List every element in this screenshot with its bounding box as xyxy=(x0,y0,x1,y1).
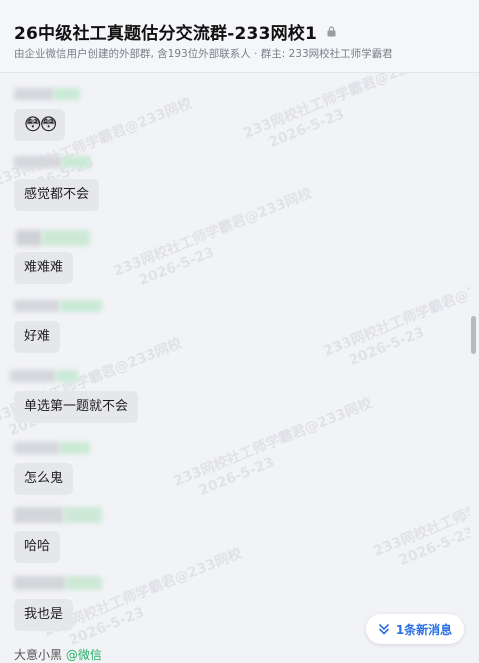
watermark: 233网校社工师学霸君@233网校2026-5-23 xyxy=(111,185,315,290)
chat-message: 单选第一题就不会 xyxy=(10,369,139,423)
message-bubble[interactable]: 感觉都不会 xyxy=(14,179,100,211)
sender-name-blurred xyxy=(14,228,94,250)
chat-message: 我也是 xyxy=(14,575,104,631)
chat-header: 26中级社工真题估分交流群-233网校1 由企业微信用户创建的外部群, 含193… xyxy=(0,0,479,73)
message-text: 😳😳 xyxy=(24,115,57,135)
message-text: 怎么鬼 xyxy=(24,471,64,486)
message-bubble[interactable]: 我也是 xyxy=(14,599,74,631)
sender-name-blurred xyxy=(14,87,84,101)
message-text: 好难 xyxy=(24,329,51,344)
watermark: 233网校社工师学霸君@233网校2026-5-23 xyxy=(241,73,445,152)
new-message-label: 1条新消息 xyxy=(395,622,453,637)
wechat-tag: @微信 xyxy=(65,648,102,662)
message-bubble[interactable]: 单选第一题就不会 xyxy=(14,391,139,423)
message-bubble[interactable]: 哈哈 xyxy=(14,531,61,563)
message-text: 单选第一题就不会 xyxy=(24,399,129,414)
sender-name-blurred xyxy=(14,575,104,593)
scrollbar-thumb[interactable] xyxy=(471,316,476,354)
message-text: 我也是 xyxy=(24,607,64,622)
sender-name-blurred xyxy=(10,369,80,383)
message-list[interactable]: 233网校社工师学霸君@233网校 2026-5-23 233网校社工师学霸君@2… xyxy=(0,73,470,658)
message-text: 难难难 xyxy=(24,260,64,275)
sender-name-blurred xyxy=(14,441,94,455)
chat-message: 好难 xyxy=(14,299,104,353)
group-title[interactable]: 26中级社工真题估分交流群-233网校1 xyxy=(14,19,317,44)
message-bubble[interactable]: 😳😳 xyxy=(14,109,66,141)
title-row: 26中级社工真题估分交流群-233网校1 xyxy=(14,19,336,44)
message-bubble[interactable]: 怎么鬼 xyxy=(14,463,74,495)
new-message-button[interactable]: 1条新消息 xyxy=(366,614,464,644)
watermark: 233网校社工师学霸君@233网校2026-5-23 xyxy=(41,545,245,650)
watermark: 233网校社工师学霸君@233网校2026-5-23 xyxy=(371,465,470,570)
sender-name-blurred xyxy=(14,505,104,527)
watermark: 233网校社工师学霸君@233网校2026-5-23 xyxy=(171,395,375,500)
lock-icon xyxy=(327,26,336,37)
sender-name-blurred xyxy=(14,299,104,313)
sender-name-blurred xyxy=(14,155,94,169)
message-bubble[interactable]: 难难难 xyxy=(14,252,74,284)
sender-name: 大意小黑 xyxy=(14,648,63,662)
chat-message: 😳😳 xyxy=(14,87,84,141)
chat-message: 难难难 xyxy=(14,228,94,284)
chat-message: 怎么鬼 xyxy=(14,441,94,495)
group-subtitle: 由企业微信用户创建的外部群, 含193位外部联系人 · 群主: 233网校社工师… xyxy=(14,48,393,60)
message-text: 感觉都不会 xyxy=(24,187,90,202)
double-chevron-down-icon xyxy=(379,624,389,635)
chat-message: 哈哈 xyxy=(14,505,104,563)
message-text: 哈哈 xyxy=(24,539,51,554)
partial-sender-name: 大意小黑 @微信 xyxy=(14,646,102,663)
chat-message: 感觉都不会 xyxy=(14,155,100,211)
message-bubble[interactable]: 好难 xyxy=(14,321,61,353)
watermark: 233网校社工师学霸君@233网校2026-5-23 xyxy=(321,265,470,370)
